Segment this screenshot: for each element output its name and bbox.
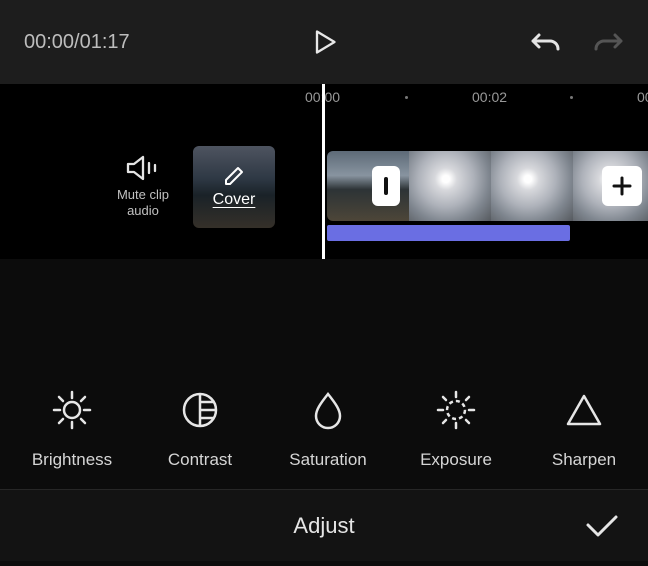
- saturation-icon: [306, 388, 350, 432]
- ruler-tick: 00: [637, 89, 648, 105]
- redo-icon: [592, 28, 624, 56]
- check-icon: [584, 513, 620, 539]
- adjust-contrast[interactable]: Contrast: [136, 388, 264, 470]
- exposure-icon: [434, 388, 478, 432]
- adjust-tools-row: Brightness Contrast Saturation: [0, 369, 648, 489]
- playhead[interactable]: [322, 84, 325, 259]
- timeline-track-area[interactable]: Mute clip audio Cover: [0, 114, 648, 259]
- adjust-label: Contrast: [168, 450, 232, 470]
- adjust-exposure[interactable]: Exposure: [392, 388, 520, 470]
- adjust-label: Exposure: [420, 450, 492, 470]
- add-clip-button[interactable]: [602, 166, 642, 206]
- ruler-tick: 00:02: [472, 89, 507, 105]
- mute-clip-label: Mute clip audio: [117, 187, 169, 218]
- undo-button[interactable]: [530, 28, 562, 56]
- play-icon: [310, 28, 338, 56]
- handle-icon: [382, 175, 390, 197]
- adjust-label: Saturation: [289, 450, 367, 470]
- clip-thumbnail: [491, 151, 573, 221]
- bottom-bar: Adjust: [0, 489, 648, 561]
- adjust-label: Brightness: [32, 450, 112, 470]
- track-left-tools: Mute clip audio Cover: [0, 114, 285, 259]
- adjust-saturation[interactable]: Saturation: [264, 388, 392, 470]
- spacer: [0, 259, 648, 369]
- undo-icon: [530, 28, 562, 56]
- redo-button[interactable]: [592, 28, 624, 56]
- adjust-sharpen[interactable]: Sharpen: [520, 388, 648, 470]
- cover-button[interactable]: Cover: [193, 146, 275, 228]
- clip-trim-handle[interactable]: [372, 166, 400, 206]
- adjust-brightness[interactable]: Brightness: [8, 388, 136, 470]
- audio-track[interactable]: [327, 225, 570, 241]
- confirm-button[interactable]: [584, 513, 620, 539]
- play-button[interactable]: [310, 28, 338, 56]
- brightness-icon: [50, 388, 94, 432]
- clip-thumbnail: [409, 151, 491, 221]
- speaker-icon: [126, 155, 160, 181]
- contrast-icon: [178, 388, 222, 432]
- top-bar: 00:00/01:17: [0, 0, 648, 84]
- panel-title: Adjust: [293, 513, 354, 539]
- ruler-dot: [405, 96, 408, 99]
- ruler-dot: [570, 96, 573, 99]
- mute-clip-audio-button[interactable]: Mute clip audio: [117, 155, 169, 218]
- adjust-label: Sharpen: [552, 450, 616, 470]
- pencil-icon: [223, 165, 245, 187]
- sharpen-icon: [562, 388, 606, 432]
- cover-label: Cover: [213, 191, 256, 209]
- plus-icon: [611, 175, 633, 197]
- time-display: 00:00/01:17: [24, 31, 130, 54]
